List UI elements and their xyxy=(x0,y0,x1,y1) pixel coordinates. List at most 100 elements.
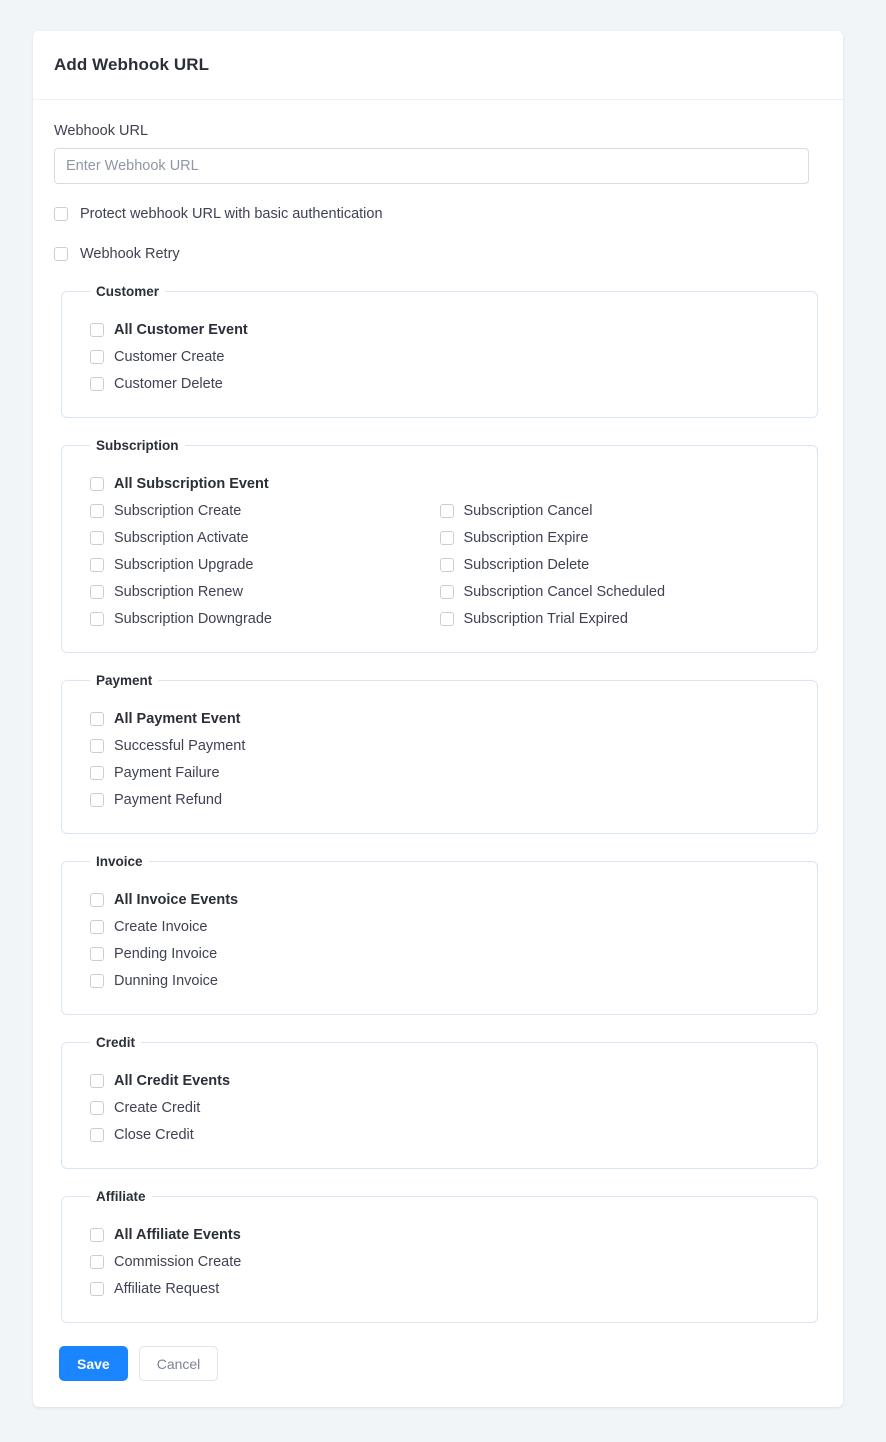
event-label: Successful Payment xyxy=(114,737,246,754)
event-row: Subscription Cancel Scheduled xyxy=(439,578,804,605)
event-label: Subscription Activate xyxy=(114,529,249,546)
group-column: All Invoice Events Create Invoice Pending … xyxy=(76,886,803,994)
event-label: All Credit Events xyxy=(114,1072,231,1089)
event-label: All Invoice Events xyxy=(114,891,239,908)
event-checkbox[interactable] xyxy=(439,611,454,626)
event-row: Customer Create xyxy=(76,343,803,370)
option-checkbox[interactable] xyxy=(54,247,68,261)
option-label: Protect webhook URL with basic authentic… xyxy=(80,206,383,222)
event-row: Subscription Trial Expired xyxy=(439,605,804,632)
event-label: Customer Create xyxy=(114,348,225,365)
event-row: Subscription Create xyxy=(76,497,440,524)
event-row: Create Credit xyxy=(76,1094,803,1121)
event-label: Create Invoice xyxy=(114,918,208,935)
group-legend: Customer xyxy=(96,284,160,299)
event-checkbox[interactable] xyxy=(90,322,104,337)
event-group-invoice: Invoice All Invoice Events Create Invoice P… xyxy=(61,854,818,1015)
group-legend: Credit xyxy=(96,1035,136,1050)
event-checkbox[interactable] xyxy=(90,557,104,572)
group-column: Subscription Cancel Subscription Expire Su… xyxy=(439,470,804,632)
group-column: All Credit Events Create Credit Close Cred… xyxy=(76,1067,803,1148)
event-checkbox[interactable] xyxy=(439,530,454,545)
event-checkbox[interactable] xyxy=(90,1227,104,1242)
option-checkbox[interactable] xyxy=(54,207,68,221)
event-row: Subscription Expire xyxy=(439,524,804,551)
event-checkbox[interactable] xyxy=(439,503,454,518)
event-label: Payment Refund xyxy=(114,791,223,808)
event-checkbox[interactable] xyxy=(90,946,104,961)
group-content: All Affiliate Events Commission Create Aff… xyxy=(76,1214,803,1302)
top-options-list: Protect webhook URL with basic authentic… xyxy=(54,204,822,264)
event-row: All Affiliate Events xyxy=(76,1221,803,1248)
event-row: Dunning Invoice xyxy=(76,967,803,994)
page-container: Add Webhook URL Webhook URL Protect webh… xyxy=(0,0,886,1442)
group-column: All Affiliate Events Commission Create Aff… xyxy=(76,1221,803,1302)
event-row: Pending Invoice xyxy=(76,940,803,967)
event-checkbox[interactable] xyxy=(90,1254,104,1269)
event-checkbox[interactable] xyxy=(90,1100,104,1115)
group-content: All Subscription Event Subscription Creat… xyxy=(76,463,803,632)
event-checkbox[interactable] xyxy=(90,584,104,599)
event-group-credit: Credit All Credit Events Create Credit Clos… xyxy=(61,1035,818,1169)
event-row: Successful Payment xyxy=(76,732,803,759)
event-checkbox[interactable] xyxy=(90,765,104,780)
event-row: Affiliate Request xyxy=(76,1275,803,1302)
event-row: All Credit Events xyxy=(76,1067,803,1094)
event-row: Subscription Activate xyxy=(76,524,440,551)
group-column: All Subscription Event Subscription Creat… xyxy=(76,470,440,632)
event-checkbox[interactable] xyxy=(90,711,104,726)
event-label: Subscription Cancel Scheduled xyxy=(463,583,666,600)
event-label: Commission Create xyxy=(114,1253,242,1270)
event-label: Subscription Renew xyxy=(114,583,243,600)
event-checkbox[interactable] xyxy=(90,530,104,545)
event-label: All Subscription Event xyxy=(114,475,269,492)
event-checkbox[interactable] xyxy=(90,476,104,491)
group-legend: Subscription xyxy=(96,438,179,453)
event-checkbox[interactable] xyxy=(90,376,104,391)
event-checkbox[interactable] xyxy=(90,973,104,988)
add-webhook-card: Add Webhook URL Webhook URL Protect webh… xyxy=(33,31,843,1407)
event-label: Subscription Delete xyxy=(463,556,590,573)
event-row: All Payment Event xyxy=(76,705,803,732)
group-content: All Payment Event Successful Payment Payme… xyxy=(76,698,803,813)
group-content: All Customer Event Customer Create Custome… xyxy=(76,309,803,397)
event-group-subscription: Subscription All Subscription Event Subscr… xyxy=(61,438,818,653)
event-checkbox[interactable] xyxy=(90,349,104,364)
cancel-button[interactable]: Cancel xyxy=(138,1346,219,1381)
event-row: All Customer Event xyxy=(76,316,803,343)
event-label: Dunning Invoice xyxy=(114,972,218,989)
card-header: Add Webhook URL xyxy=(33,31,843,100)
event-row: Subscription Downgrade xyxy=(76,605,440,632)
event-row: Payment Refund xyxy=(76,786,803,813)
event-checkbox[interactable] xyxy=(90,738,104,753)
event-checkbox[interactable] xyxy=(90,503,104,518)
webhook-url-input[interactable] xyxy=(54,148,809,184)
event-label: Affiliate Request xyxy=(114,1280,220,1297)
event-label: All Customer Event xyxy=(114,321,248,338)
event-checkbox[interactable] xyxy=(90,792,104,807)
card-footer: Save Cancel xyxy=(33,1323,843,1407)
event-checkbox[interactable] xyxy=(90,611,104,626)
option-label: Webhook Retry xyxy=(80,246,180,262)
event-row: Customer Delete xyxy=(76,370,803,397)
event-checkbox[interactable] xyxy=(90,919,104,934)
save-button[interactable]: Save xyxy=(59,1346,128,1381)
option-row: Protect webhook URL with basic authentic… xyxy=(54,204,822,224)
event-checkbox[interactable] xyxy=(90,1281,104,1296)
event-row: Create Invoice xyxy=(76,913,803,940)
event-label: Subscription Trial Expired xyxy=(463,610,628,627)
group-legend: Payment xyxy=(96,673,153,688)
card-body: Webhook URL Protect webhook URL with bas… xyxy=(33,100,843,1323)
group-legend: Affiliate xyxy=(96,1189,146,1204)
event-checkbox[interactable] xyxy=(439,557,454,572)
page-title: Add Webhook URL xyxy=(54,55,210,74)
event-row: All Invoice Events xyxy=(76,886,803,913)
event-checkbox[interactable] xyxy=(90,892,104,907)
event-label: Subscription Expire xyxy=(463,529,589,546)
event-checkbox[interactable] xyxy=(439,584,454,599)
event-group-payment: Payment All Payment Event Successful Payme… xyxy=(61,673,818,834)
event-checkbox[interactable] xyxy=(90,1073,104,1088)
event-groups: Customer All Customer Event Customer Creat… xyxy=(54,284,822,1323)
event-row: Close Credit xyxy=(76,1121,803,1148)
event-checkbox[interactable] xyxy=(90,1127,104,1142)
